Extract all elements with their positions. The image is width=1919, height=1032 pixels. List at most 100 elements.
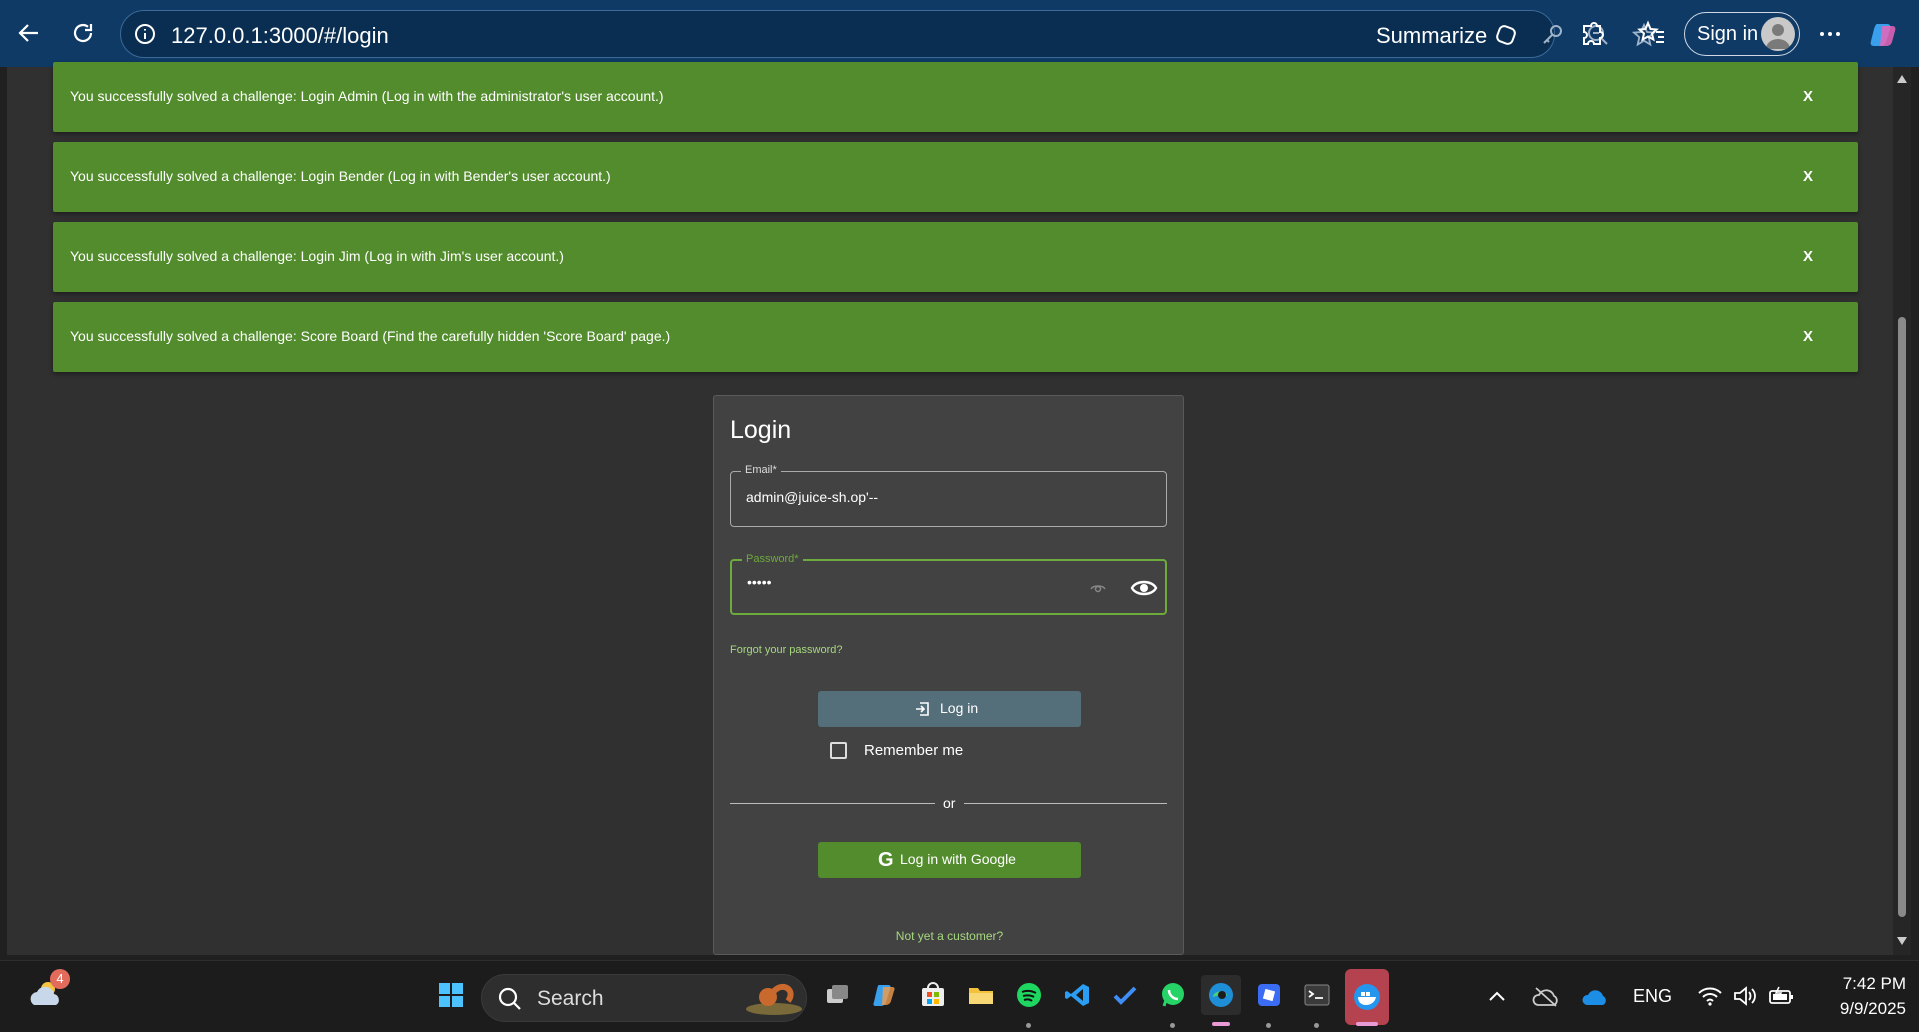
terminal-icon — [1304, 984, 1330, 1006]
url-text[interactable]: 127.0.0.1:3000/#/login — [171, 23, 389, 49]
task-view-button[interactable] — [817, 975, 857, 1015]
email-field[interactable]: Email* admin@juice-sh.op'-- — [730, 464, 1167, 527]
copilot-app[interactable] — [865, 975, 905, 1015]
search-highlight-squirrel-icon — [746, 983, 802, 1015]
refresh-icon — [73, 23, 93, 43]
favorites-icon[interactable] — [1636, 18, 1668, 50]
profile-icon — [1766, 24, 1790, 49]
or-divider-text: or — [943, 795, 956, 811]
toast-close-button[interactable]: X — [1803, 88, 1813, 105]
docker-whale-icon — [1354, 984, 1380, 1010]
toast-message: You successfully solved a challenge: Log… — [70, 88, 664, 104]
page-scrollbar[interactable] — [1893, 67, 1911, 955]
clock-time[interactable]: 7:42 PM — [1826, 974, 1906, 994]
back-arrow-icon — [18, 24, 38, 42]
microsoft-store-icon — [922, 982, 944, 1006]
sign-in-button[interactable]: Sign in — [1684, 12, 1800, 56]
copilot-icon[interactable] — [1868, 18, 1900, 50]
vscode-app[interactable] — [1057, 975, 1097, 1015]
google-login-button[interactable]: G Log in with Google — [818, 842, 1081, 878]
toast-message: You successfully solved a challenge: Sco… — [70, 328, 671, 344]
password-field[interactable]: Password* ••••• — [730, 553, 1167, 615]
running-indicator — [1266, 1023, 1271, 1028]
spotify-app[interactable] — [1009, 975, 1049, 1015]
taskbar-search[interactable]: Search — [481, 974, 807, 1022]
running-indicator — [1026, 1023, 1031, 1028]
weather-badge: 4 — [50, 969, 70, 989]
roblox-icon — [1258, 984, 1280, 1006]
task-view-icon — [827, 985, 848, 1003]
challenge-toast: You successfully solved a challenge: Sco… — [53, 302, 1858, 372]
toast-close-button[interactable]: X — [1803, 168, 1813, 185]
active-app-indicator — [1212, 1022, 1230, 1026]
scroll-up-icon[interactable] — [1896, 73, 1908, 85]
email-value[interactable]: admin@juice-sh.op'-- — [746, 489, 878, 505]
refresh-button[interactable] — [62, 12, 104, 54]
todo-app[interactable] — [1105, 975, 1145, 1015]
spotify-icon — [1017, 983, 1041, 1007]
weather-widget[interactable]: 4 — [26, 969, 70, 1015]
forgot-password-link[interactable]: Forgot your password? — [730, 644, 843, 656]
remember-me-label: Remember me — [864, 742, 964, 759]
register-link[interactable]: Not yet a customer? — [714, 929, 1185, 943]
login-button[interactable]: Log in — [818, 691, 1081, 727]
back-button[interactable] — [8, 12, 50, 54]
copilot-summarize-icon[interactable] — [1493, 22, 1519, 48]
password-label: Password* — [742, 553, 803, 565]
terminal-app[interactable] — [1297, 975, 1337, 1015]
file-explorer-app[interactable] — [961, 975, 1001, 1015]
scroll-down-icon[interactable] — [1896, 935, 1908, 947]
challenge-toast: You successfully solved a challenge: Log… — [53, 142, 1858, 212]
toast-close-button[interactable]: X — [1803, 248, 1813, 265]
folder-icon — [969, 988, 993, 1004]
show-password-eye-icon[interactable] — [1130, 574, 1158, 602]
browser-toolbar: 127.0.0.1:3000/#/login Summarize Sign in — [0, 0, 1919, 67]
running-indicator — [1170, 1023, 1175, 1028]
windows-logo-icon — [439, 983, 463, 1007]
password-hint-eye-icon — [1090, 585, 1106, 593]
checkmark-icon — [1113, 986, 1137, 1005]
clock-date[interactable]: 9/9/2025 — [1816, 999, 1906, 1019]
summarize-button[interactable]: Summarize — [1376, 23, 1487, 49]
key-icon[interactable] — [1539, 22, 1565, 48]
edge-app[interactable] — [1201, 975, 1241, 1015]
more-options-icon[interactable] — [1814, 18, 1846, 50]
wifi-icon[interactable] — [1697, 985, 1723, 1007]
toast-message: You successfully solved a challenge: Log… — [70, 168, 611, 184]
windows-taskbar: 4 Search ENG 7:42 PM 9/9/2025 — [0, 960, 1919, 1032]
start-button[interactable] — [431, 975, 471, 1015]
site-info-icon[interactable] — [133, 22, 157, 46]
chevron-up-icon[interactable] — [1487, 987, 1507, 1007]
store-app[interactable] — [913, 975, 953, 1015]
login-button-label: Log in — [940, 700, 979, 716]
divider-right — [964, 803, 1167, 804]
extensions-icon[interactable] — [1576, 18, 1608, 50]
language-indicator[interactable]: ENG — [1633, 986, 1672, 1007]
roblox-app[interactable] — [1249, 975, 1289, 1015]
toast-close-button[interactable]: X — [1803, 328, 1813, 345]
edge-icon — [1209, 983, 1233, 1007]
scroll-thumb[interactable] — [1898, 317, 1906, 917]
battery-icon[interactable] — [1767, 985, 1795, 1007]
active-app-indicator — [1356, 1022, 1378, 1026]
email-label: Email* — [741, 464, 781, 476]
login-icon — [916, 702, 929, 716]
whatsapp-icon — [1162, 983, 1184, 1007]
vscode-icon — [1065, 984, 1089, 1006]
copilot-app-icon — [873, 985, 895, 1006]
docker-app[interactable] — [1345, 969, 1389, 1025]
volume-icon[interactable] — [1732, 984, 1758, 1008]
avatar — [1761, 17, 1795, 51]
checkbox-box[interactable] — [830, 742, 847, 759]
onedrive-icon[interactable] — [1580, 985, 1610, 1009]
password-value[interactable]: ••••• — [747, 574, 772, 590]
search-icon — [498, 987, 521, 1010]
running-indicator — [1314, 1023, 1319, 1028]
address-bar[interactable]: 127.0.0.1:3000/#/login Summarize — [120, 10, 1657, 58]
onedrive-offline-icon[interactable] — [1531, 985, 1561, 1009]
sign-in-label: Sign in — [1697, 23, 1759, 45]
challenge-toast: You successfully solved a challenge: Log… — [53, 62, 1858, 132]
google-g-icon: G — [878, 849, 894, 871]
whatsapp-app[interactable] — [1153, 975, 1193, 1015]
divider-left — [730, 803, 935, 804]
